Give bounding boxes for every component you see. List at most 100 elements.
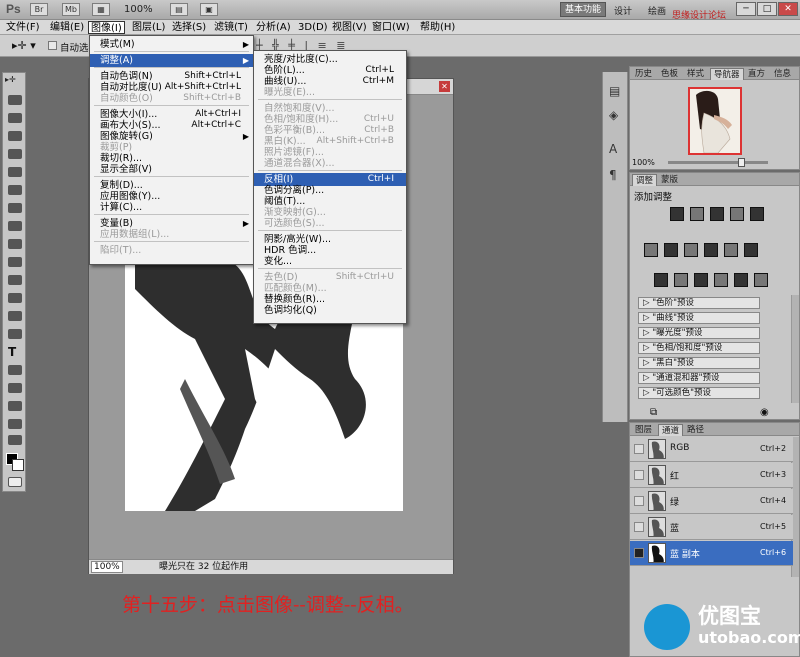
type-tool-icon[interactable]: T [8,346,22,358]
channel-row[interactable]: 绿 Ctrl+4 [630,489,793,514]
path-select-tool-icon[interactable] [8,365,22,375]
navigator-zoom-thumb[interactable] [738,158,745,167]
image-menu-item[interactable]: 显示全部(V) [90,163,253,176]
navigator-tab[interactable]: 样式 [684,68,707,80]
shape-tool-icon[interactable] [8,383,22,393]
channels-tab[interactable]: 路径 [684,424,707,436]
clone-source-icon[interactable]: ◈ [609,108,623,122]
workspace-paint-button[interactable]: 绘画 [648,4,666,17]
adjustment-preset-item[interactable]: ▷ "黑白"预设 [638,357,760,369]
screen-mode-icon[interactable]: ▣ [200,3,218,16]
menu-9[interactable]: 窗口(W) [370,21,412,34]
blur-tool-icon[interactable] [8,293,22,303]
channels-tab[interactable]: 通道 [658,424,684,436]
channel-mixer-icon[interactable] [744,243,758,257]
adjust-menu-item[interactable]: 变化... [254,255,406,268]
3d-rotate-tool-icon[interactable] [8,401,22,411]
arrange-docs-icon[interactable]: ▤ [170,3,188,16]
navigator-tab[interactable]: 信息 [771,68,794,80]
navigator-zoom-value[interactable]: 100% [632,158,655,167]
menu-1[interactable]: 编辑(E) [48,21,86,34]
eraser-tool-icon[interactable] [8,257,22,267]
bridge-icon[interactable]: Br [30,3,48,16]
paragraph-panel-icon[interactable]: ¶ [609,168,623,182]
pen-tool-icon[interactable] [8,329,22,339]
channel-row[interactable]: 蓝 副本 Ctrl+6 [630,541,793,566]
visibility-eye-icon[interactable] [634,522,644,532]
crop-tool-icon[interactable] [8,149,22,159]
adjustment-preset-item[interactable]: ▷ "色阶"预设 [638,297,760,309]
image-menu-item[interactable]: 调整(A) ▶ [90,54,253,67]
menu-7[interactable]: 3D(D) [296,21,330,34]
view-extras-icon[interactable]: ▦ [92,3,110,16]
history-brush-tool-icon[interactable] [8,239,22,249]
visibility-eye-icon[interactable] [634,444,644,454]
adjustment-preset-item[interactable]: ▷ "曝光度"预设 [638,327,760,339]
quick-select-tool-icon[interactable] [8,131,22,141]
invert-icon[interactable] [654,273,668,287]
minimize-button[interactable]: ─ [736,2,756,16]
panel-view-icon[interactable]: ⧉ [650,407,657,418]
menu-4[interactable]: 选择(S) [170,21,208,34]
curves-icon[interactable] [710,207,724,221]
hand-tool-icon[interactable] [8,419,22,429]
navigator-zoom-slider[interactable] [668,161,768,164]
navigator-tab[interactable]: 导航器 [710,68,744,80]
quick-mask-icon[interactable] [8,477,22,487]
menu-10[interactable]: 帮助(H) [418,21,457,34]
character-panel-icon[interactable]: A [609,142,623,156]
lasso-tool-icon[interactable] [8,113,22,123]
minibridge-icon[interactable]: Mb [62,3,80,16]
selective-color-icon[interactable] [734,273,748,287]
levels-icon[interactable] [690,207,704,221]
maximize-button[interactable]: □ [757,2,777,16]
navigator-tab[interactable]: 色板 [658,68,681,80]
channel-row[interactable]: RGB Ctrl+2 [630,437,793,462]
healing-brush-tool-icon[interactable] [8,185,22,195]
photo-filter-icon[interactable] [724,243,738,257]
eyedropper-tool-icon[interactable] [8,167,22,177]
posterize-icon[interactable] [674,273,688,287]
zoom-level[interactable]: 100% [124,4,153,15]
panel-action-icon[interactable]: ◉ [760,407,769,418]
exposure-icon[interactable] [730,207,744,221]
hue-saturation-icon[interactable] [664,243,678,257]
close-document-icon[interactable]: ✕ [439,81,450,92]
document-zoom-field[interactable]: 100% [91,561,123,573]
channel-row[interactable]: 蓝 Ctrl+5 [630,515,793,540]
adjustments-tab[interactable]: 蒙版 [658,174,681,186]
menu-3[interactable]: 图层(L) [130,21,167,34]
visibility-eye-icon[interactable] [634,470,644,480]
presets-scrollbar[interactable] [791,295,799,403]
navigator-tab[interactable]: 历史 [632,68,655,80]
visibility-eye-icon[interactable] [634,548,644,558]
adjustment-icon[interactable] [750,207,764,221]
menu-5[interactable]: 滤镜(T) [212,21,250,34]
navigator-thumbnail[interactable] [688,87,742,155]
auto-select-checkbox[interactable] [48,41,57,50]
image-menu-item[interactable]: 计算(C)... [90,201,253,214]
adjustment-preset-item[interactable]: ▷ "可选颜色"预设 [638,387,760,399]
workspace-essentials-button[interactable]: 基本功能 [560,2,606,17]
close-app-button[interactable]: ✕ [778,2,798,16]
workspace-design-button[interactable]: 设计 [614,4,632,17]
menu-6[interactable]: 分析(A) [254,21,293,34]
adjustment-preset-item[interactable]: ▷ "通道混和器"预设 [638,372,760,384]
move-tool-icon[interactable]: ▸✛ ▾ [12,39,36,52]
color-balance-icon[interactable] [684,243,698,257]
adjustments-tab[interactable]: 调整 [632,174,658,186]
adjustment-icon[interactable] [754,273,768,287]
image-menu-item[interactable]: 模式(M) ▶ [90,38,253,51]
threshold-icon[interactable] [694,273,708,287]
channels-tab[interactable]: 图层 [632,424,655,436]
menu-2[interactable]: 图像(I) [88,21,125,34]
vibrance-icon[interactable] [644,243,658,257]
brightness-contrast-icon[interactable] [670,207,684,221]
navigator-tab[interactable]: 直方 [745,68,768,80]
marquee-tool-icon[interactable] [8,95,22,105]
menu-8[interactable]: 视图(V) [330,21,369,34]
gradient-map-icon[interactable] [714,273,728,287]
background-color-swatch[interactable] [12,459,24,471]
black-white-icon[interactable] [704,243,718,257]
brush-tool-icon[interactable] [8,203,22,213]
